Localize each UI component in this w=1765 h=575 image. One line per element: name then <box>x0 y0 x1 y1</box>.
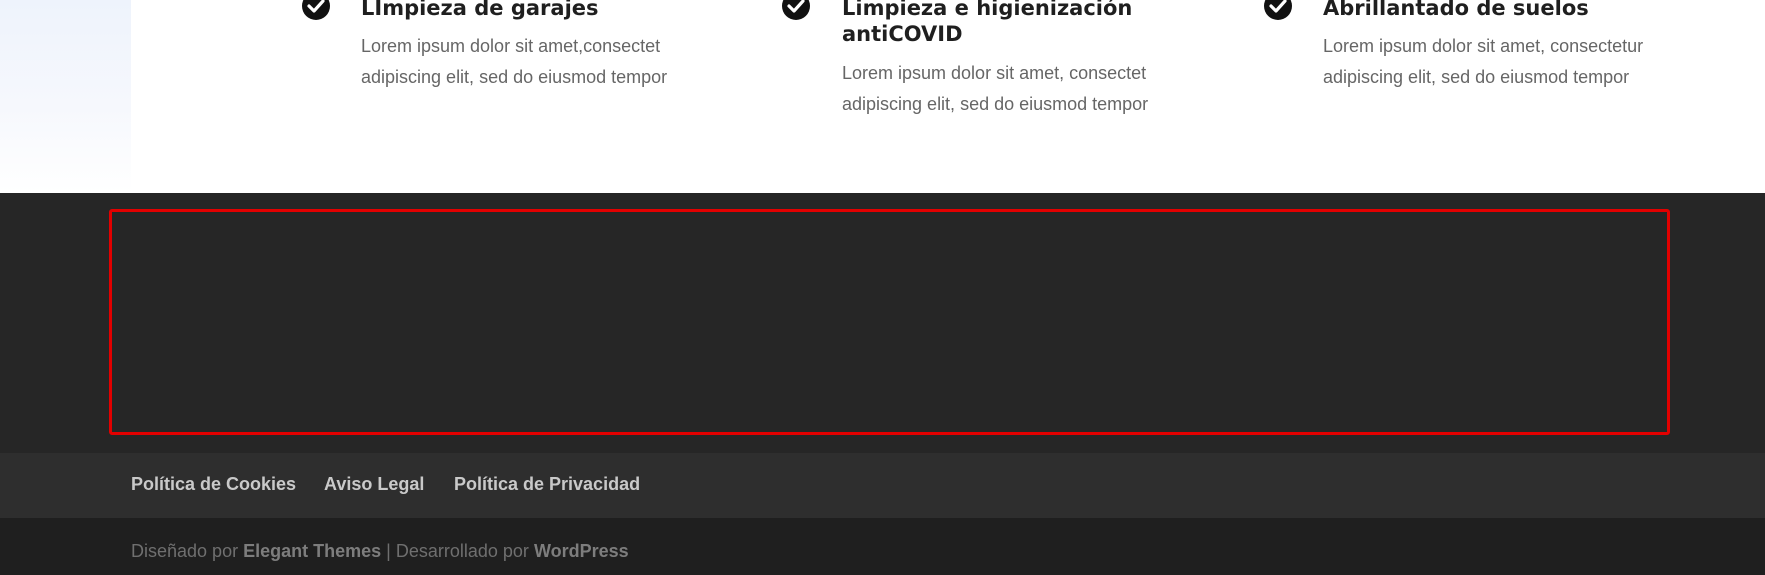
credits-separator: | <box>386 541 391 561</box>
footer-bottom-bar: Diseñado por Elegant Themes | Desarrolla… <box>0 518 1765 575</box>
footer-link-legal-notice[interactable]: Aviso Legal <box>324 474 424 495</box>
footer-credits: Diseñado por Elegant Themes | Desarrolla… <box>131 541 629 562</box>
credits-designer-link[interactable]: Elegant Themes <box>243 541 381 561</box>
features-section: LImpieza de garajes Lorem ipsum dolor si… <box>0 0 1765 193</box>
credits-developed-by: Desarrollado por <box>395 541 529 561</box>
decorative-gradient-strip <box>0 0 131 193</box>
feature-description: Lorem ipsum dolor sit amet, consectet ad… <box>842 63 1149 114</box>
footer-link-privacy[interactable]: Política de Privacidad <box>454 474 640 495</box>
feature-title: Limpieza e higienización antiCOVID <box>842 0 1133 46</box>
check-circle-icon <box>302 0 330 20</box>
credits-platform-link[interactable]: WordPress <box>534 541 629 561</box>
highlight-box <box>109 209 1670 435</box>
footer-nav: Política de Cookies Aviso Legal Política… <box>0 453 1765 518</box>
footer-link-cookies[interactable]: Política de Cookies <box>131 474 296 495</box>
credits-designed-by: Diseñado por <box>131 541 239 561</box>
feature-description: Lorem ipsum dolor sit amet, consectetur … <box>1323 36 1644 87</box>
feature-description: Lorem ipsum dolor sit amet,consectet adi… <box>361 36 668 87</box>
check-circle-icon <box>782 0 810 20</box>
feature-title: Abrillantado de suelos <box>1323 0 1589 20</box>
feature-title: LImpieza de garajes <box>361 0 599 20</box>
check-circle-icon <box>1264 0 1292 20</box>
